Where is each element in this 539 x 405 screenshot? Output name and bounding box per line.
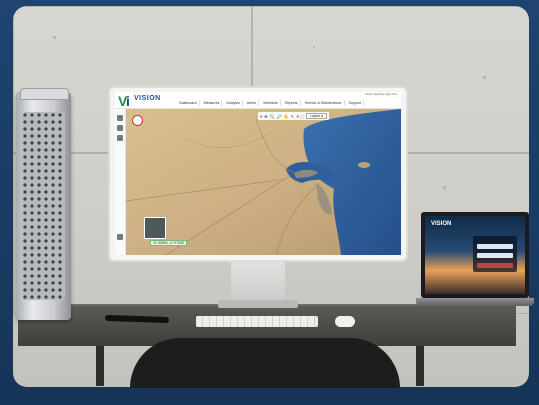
user-icon[interactable] <box>117 234 123 240</box>
top-links[interactable]: News Settings Sign Out <box>365 92 397 96</box>
locate-icon[interactable]: ⌖ <box>260 114 262 119</box>
laptop-login-panel <box>473 236 517 272</box>
island <box>358 162 370 168</box>
minimap[interactable] <box>144 217 166 239</box>
layers-icon[interactable] <box>117 115 123 121</box>
laptop-base <box>416 298 534 306</box>
map-imagery <box>126 109 401 255</box>
laptop-brand: VISION <box>431 221 452 227</box>
tower-grille <box>22 112 65 300</box>
desk-leg <box>96 346 104 386</box>
monitor: V i VISION News Settings Sign Out Dashbo… <box>108 86 408 262</box>
main-menu: Dashboard Measures Analysis Alerts Sched… <box>177 100 365 106</box>
pan-icon[interactable]: ✥ <box>264 114 267 119</box>
satellite-map[interactable]: ⌖ ✥ 🔍 🔎 ✋ ✎ ⟲ ⛶ Layers ▾ 29.3085N, 47.97… <box>126 109 401 255</box>
outer-frame: V i VISION News Settings Sign Out Dashbo… <box>0 0 539 405</box>
zoom-out-icon[interactable]: 🔎 <box>277 114 282 119</box>
app-header: V i VISION News Settings Sign Out Dashbo… <box>115 92 401 109</box>
wall-speck <box>483 76 486 79</box>
menu-item-measures[interactable]: Measures <box>202 100 223 106</box>
mouse <box>335 316 355 327</box>
mac-pro-tower <box>16 88 71 320</box>
vehicle-icon[interactable] <box>117 125 123 131</box>
menu-item-reports[interactable]: Reports <box>283 100 301 106</box>
draw-icon[interactable]: ✎ <box>291 114 294 119</box>
wall-speck <box>313 46 315 48</box>
menu-item-dashboard[interactable]: Dashboard <box>177 100 200 106</box>
menu-item-analysis[interactable]: Analysis <box>224 100 243 106</box>
compass-icon[interactable] <box>132 115 143 126</box>
fullscreen-icon[interactable]: ⛶ <box>301 114 304 119</box>
login-button[interactable] <box>477 263 513 268</box>
menu-item-schedule[interactable]: Schedule <box>261 100 281 106</box>
zoom-in-icon[interactable]: 🔍 <box>270 114 275 119</box>
left-toolbar <box>115 109 126 255</box>
desk-leg <box>416 346 424 386</box>
menu-item-support[interactable]: Support <box>347 100 365 106</box>
office-chair <box>130 338 400 388</box>
settings-icon[interactable] <box>117 135 123 141</box>
monitor-stand <box>231 258 285 306</box>
map-toolbar: ⌖ ✥ 🔍 🔎 ✋ ✎ ⟲ ⛶ Layers ▾ <box>258 112 329 120</box>
refresh-icon[interactable]: ⟲ <box>296 114 299 119</box>
coordinates-readout: 29.3085N, 47.9765E <box>150 240 188 246</box>
brand-logo-i: i <box>126 93 130 109</box>
username-field[interactable] <box>477 244 513 249</box>
keyboard <box>196 316 318 327</box>
wall-speck <box>53 36 56 39</box>
brand-name: VISION <box>134 95 161 102</box>
menu-item-service[interactable]: Service & Maintenance <box>303 100 345 106</box>
monitor-stand-foot <box>218 300 298 308</box>
tower-handle <box>20 88 69 100</box>
menu-item-alerts[interactable]: Alerts <box>245 100 259 106</box>
password-field[interactable] <box>477 253 513 258</box>
layer-select[interactable]: Layers ▾ <box>306 113 327 119</box>
hand-icon[interactable]: ✋ <box>284 114 289 119</box>
monitor-screen: V i VISION News Settings Sign Out Dashbo… <box>115 92 401 255</box>
laptop-screen: VISION <box>425 216 525 294</box>
wall-speck <box>443 186 446 189</box>
